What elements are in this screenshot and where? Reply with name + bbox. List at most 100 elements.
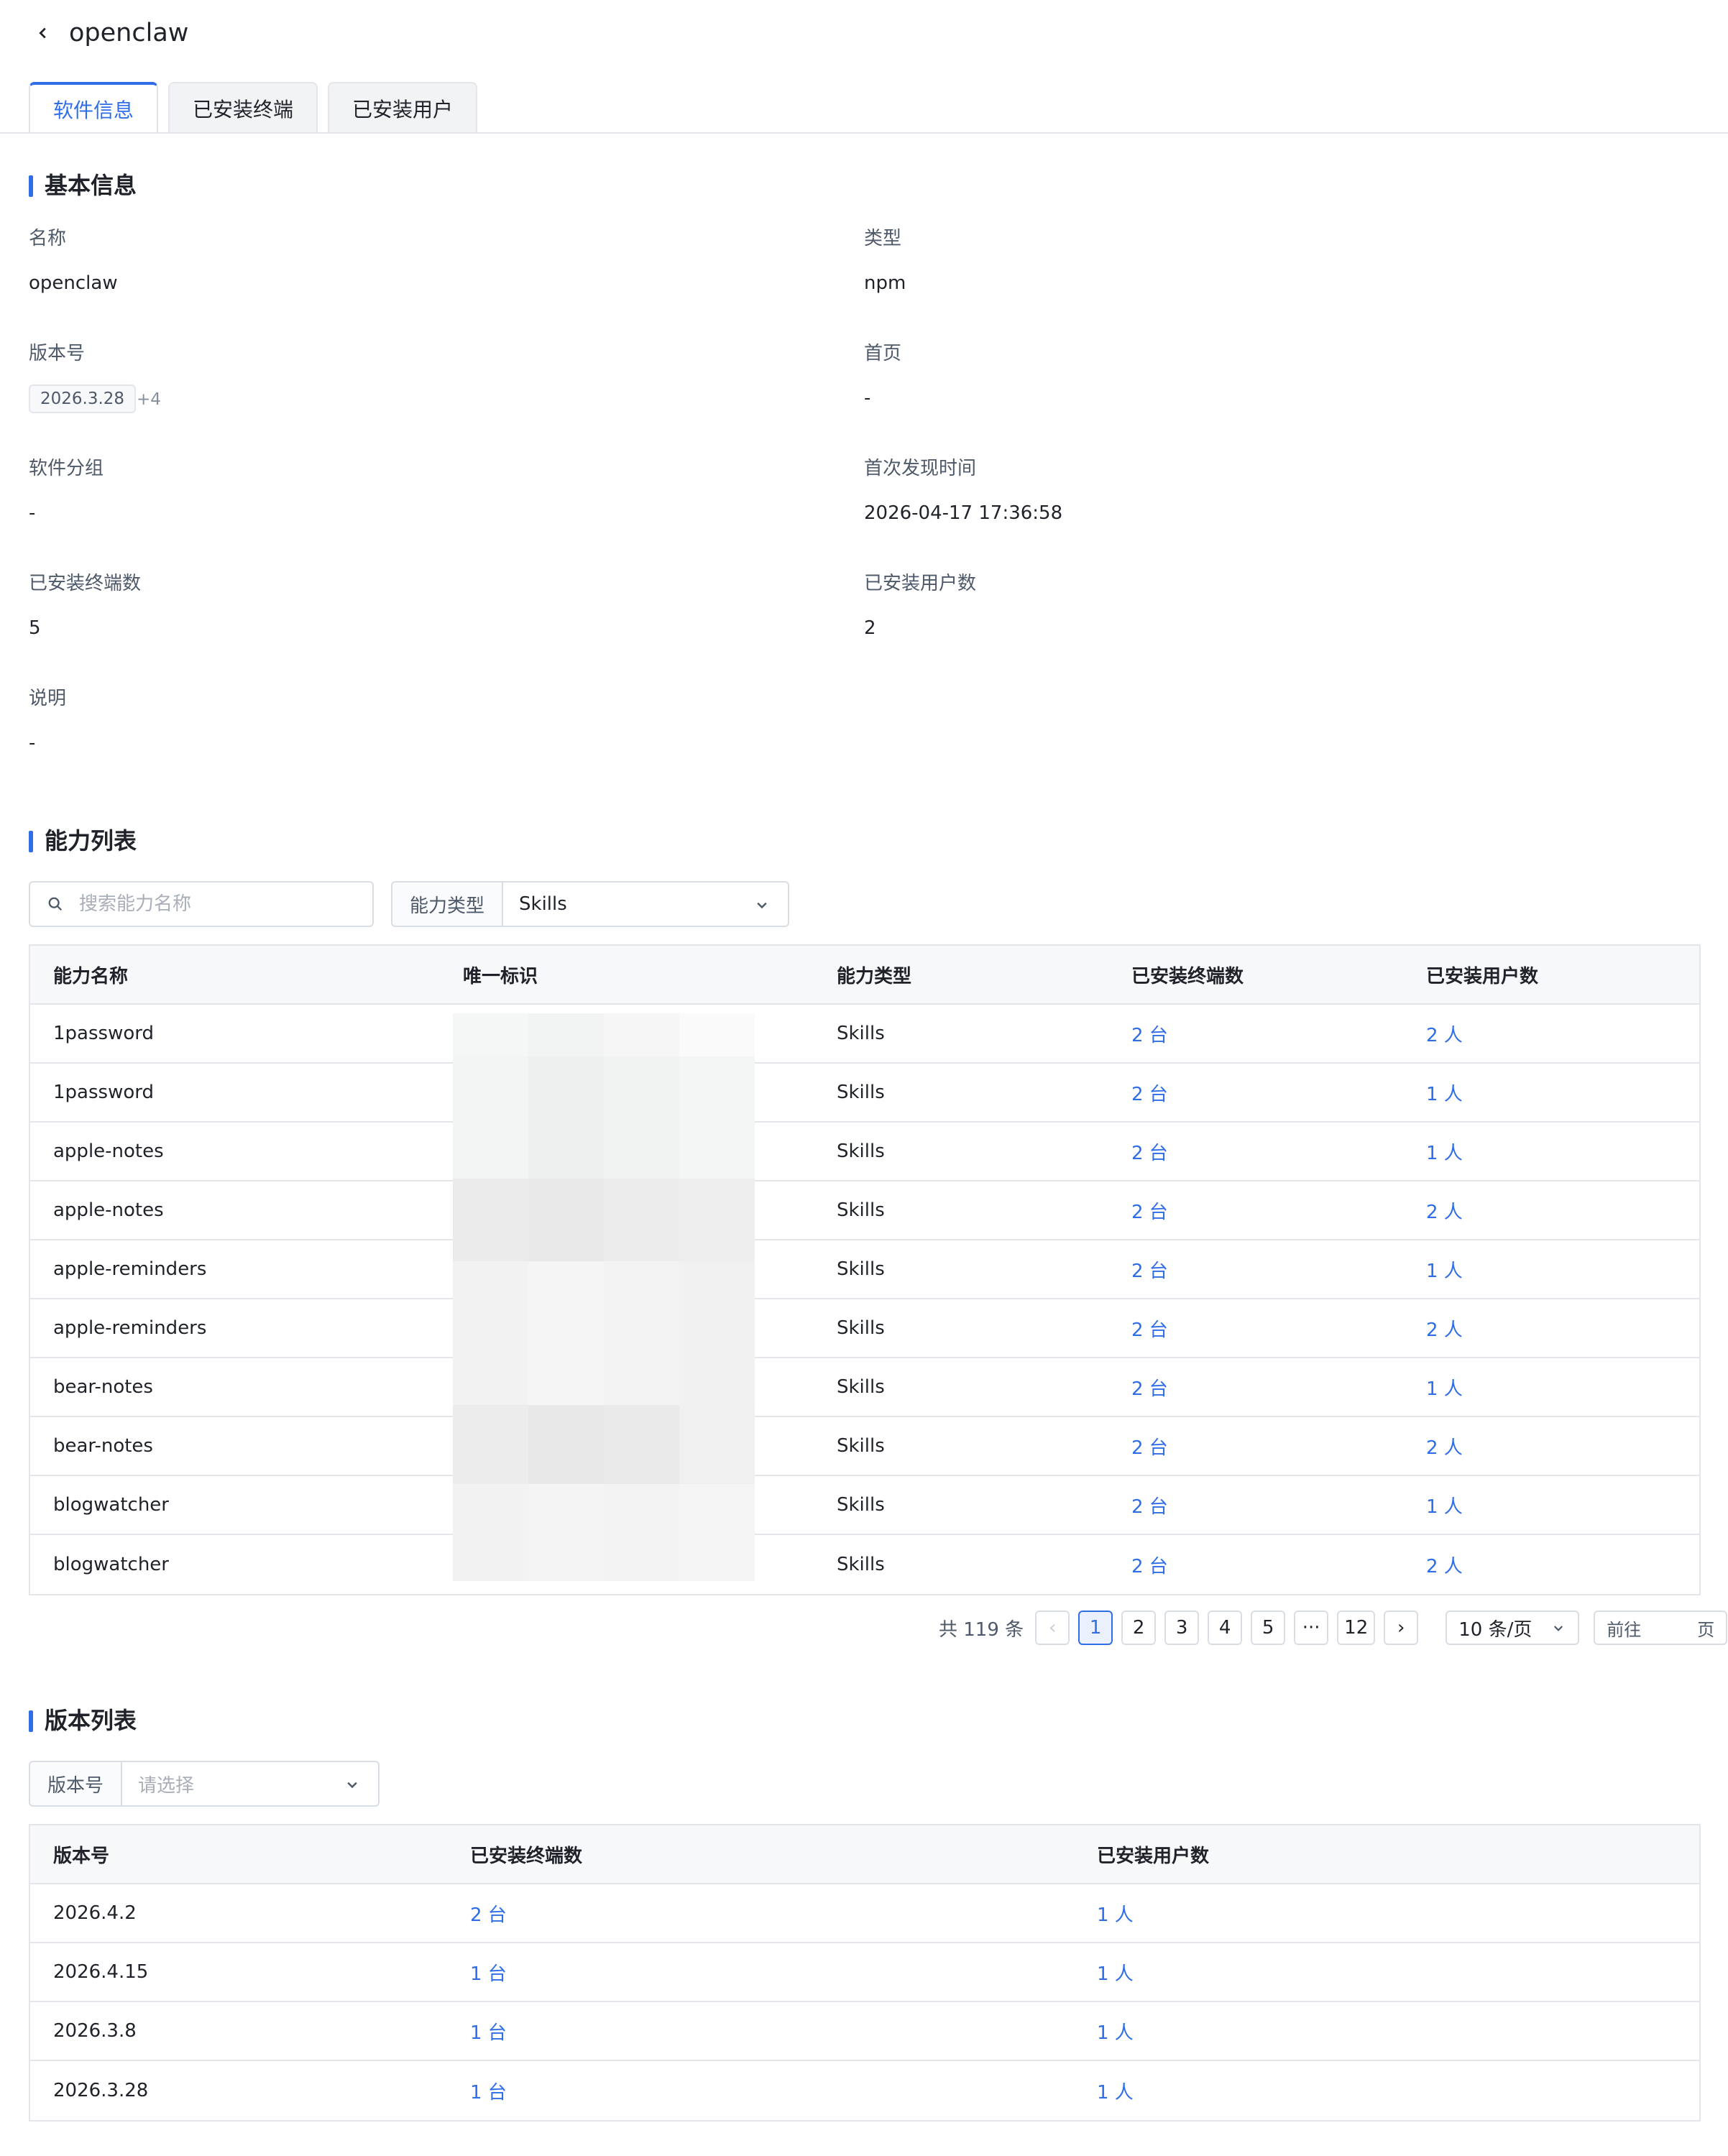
users-link-text[interactable]: 2 人 xyxy=(1426,1552,1463,1578)
capability-name-cell-text: 1password xyxy=(53,1082,154,1103)
back-button[interactable] xyxy=(29,16,58,50)
users-link[interactable]: 1 人 xyxy=(1403,1476,1699,1534)
terminals-link[interactable]: 2 台 xyxy=(1108,1005,1403,1062)
terminals-link[interactable]: 2 台 xyxy=(1108,1181,1403,1239)
version-filter[interactable]: 版本号 请选择 xyxy=(29,1761,380,1807)
version-terminals-link-text[interactable]: 1 台 xyxy=(470,2078,507,2104)
version-users-link[interactable]: 1 人 xyxy=(1074,2002,1699,2060)
capability-type-cell-text: Skills xyxy=(837,1258,885,1280)
terminals-link[interactable]: 2 台 xyxy=(1108,1535,1403,1594)
page-size-value: 10 条/页 xyxy=(1458,1618,1532,1641)
next-page-button[interactable]: › xyxy=(1384,1611,1419,1645)
version-terminals-link[interactable]: 1 台 xyxy=(447,1943,1074,2001)
terminals-link-text[interactable]: 2 台 xyxy=(1131,1021,1168,1047)
version-label: 版本号 xyxy=(29,343,86,364)
terminals-link[interactable]: 2 台 xyxy=(1108,1123,1403,1180)
goto-page-input[interactable]: 前往 页 xyxy=(1594,1611,1728,1645)
users-label: 已安装用户数 xyxy=(864,573,977,594)
users-link-text[interactable]: 2 人 xyxy=(1426,1433,1463,1460)
col-capability-name: 能力名称 xyxy=(53,965,129,987)
capability-type-filter[interactable]: 能力类型 Skills xyxy=(391,881,789,927)
version-terminals-link-text[interactable]: 1 台 xyxy=(470,1959,507,1986)
version-users-link-text[interactable]: 1 人 xyxy=(1097,1959,1134,1986)
terminals-link[interactable]: 2 台 xyxy=(1108,1358,1403,1416)
version-users-link-text[interactable]: 1 人 xyxy=(1097,1900,1134,1927)
terminals-link-text[interactable]: 2 台 xyxy=(1131,1315,1168,1342)
version-cell: 2026.4.2 xyxy=(30,1884,447,1942)
page-2-button[interactable]: 2 xyxy=(1121,1611,1157,1645)
capability-type-cell-text: Skills xyxy=(837,1494,885,1516)
pagination: 共 119 条 ‹ 1 2 3 4 5 ··· 12 › 10 条/页 前往 页 xyxy=(939,1611,1728,1645)
users-link-text[interactable]: 2 人 xyxy=(1426,1021,1463,1047)
group-label: 软件分组 xyxy=(29,458,104,479)
terminals-link[interactable]: 2 台 xyxy=(1108,1476,1403,1534)
terminals-link-text[interactable]: 2 台 xyxy=(1131,1138,1168,1165)
version-terminals-link-text[interactable]: 2 台 xyxy=(470,1900,507,1927)
users-link[interactable]: 1 人 xyxy=(1403,1358,1699,1416)
tab-installed-users[interactable]: 已安装用户 xyxy=(328,82,478,134)
capability-search[interactable] xyxy=(29,881,374,927)
version-users-link-text[interactable]: 1 人 xyxy=(1097,2078,1134,2104)
more-pages-button[interactable]: ··· xyxy=(1294,1611,1329,1645)
users-link-text[interactable]: 1 人 xyxy=(1426,1374,1463,1401)
version-select[interactable]: 请选择 xyxy=(122,1762,378,1805)
capability-type-cell: Skills xyxy=(814,1299,1108,1357)
users-link[interactable]: 2 人 xyxy=(1403,1299,1699,1357)
version-users-link[interactable]: 1 人 xyxy=(1074,2061,1699,2120)
version-users-link[interactable]: 1 人 xyxy=(1074,1884,1699,1942)
page-5-button[interactable]: 5 xyxy=(1251,1611,1286,1645)
table-row: 2026.3.8 1 台 1 人 xyxy=(30,2002,1699,2061)
terminals-link-text[interactable]: 2 台 xyxy=(1131,1197,1168,1224)
terminals-link[interactable]: 2 台 xyxy=(1108,1240,1403,1298)
capability-name-cell: apple-notes xyxy=(30,1123,440,1180)
users-link-text[interactable]: 2 人 xyxy=(1426,1315,1463,1342)
tab-installed-terminals[interactable]: 已安装终端 xyxy=(168,82,318,134)
capability-search-input[interactable] xyxy=(79,893,352,915)
tab-software-info[interactable]: 软件信息 xyxy=(29,82,159,134)
users-link[interactable]: 2 人 xyxy=(1403,1005,1699,1062)
users-link[interactable]: 1 人 xyxy=(1403,1123,1699,1180)
terminals-link-text[interactable]: 2 台 xyxy=(1131,1433,1168,1460)
users-link-text[interactable]: 1 人 xyxy=(1426,1256,1463,1283)
users-link[interactable]: 2 人 xyxy=(1403,1181,1699,1239)
capability-type-cell-text: Skills xyxy=(837,1141,885,1162)
version-terminals-link[interactable]: 2 台 xyxy=(447,1884,1074,1942)
col-unique-id: 唯一标识 xyxy=(463,965,538,987)
users-link[interactable]: 1 人 xyxy=(1403,1240,1699,1298)
version-users-link-text[interactable]: 1 人 xyxy=(1097,2018,1134,2045)
terminals-link-text[interactable]: 2 台 xyxy=(1131,1374,1168,1401)
version-users-link[interactable]: 1 人 xyxy=(1074,1943,1699,2001)
version-more-badge[interactable]: +4 xyxy=(137,387,161,413)
users-link-text[interactable]: 1 人 xyxy=(1426,1079,1463,1106)
page-size-select[interactable]: 10 条/页 xyxy=(1446,1611,1580,1645)
terminals-link-text[interactable]: 2 台 xyxy=(1131,1256,1168,1283)
terminals-link[interactable]: 2 台 xyxy=(1108,1299,1403,1357)
version-terminals-link[interactable]: 1 台 xyxy=(447,2002,1074,2060)
capability-type-select[interactable]: Skills xyxy=(503,883,788,926)
table-row: 1password Skills 2 台 2 人 xyxy=(30,1005,1699,1064)
prev-page-button[interactable]: ‹ xyxy=(1035,1611,1070,1645)
version-tag: 2026.3.28 xyxy=(29,384,137,413)
page-4-button[interactable]: 4 xyxy=(1208,1611,1243,1645)
page-12-button[interactable]: 12 xyxy=(1337,1611,1376,1645)
version-terminals-link[interactable]: 1 台 xyxy=(447,2061,1074,2120)
terminals-link-text[interactable]: 2 台 xyxy=(1131,1492,1168,1519)
terminals-link-text[interactable]: 2 台 xyxy=(1131,1552,1168,1578)
col-version-terminals: 已安装终端数 xyxy=(470,1845,583,1867)
capability-name-cell: bear-notes xyxy=(30,1417,440,1475)
users-link-text[interactable]: 2 人 xyxy=(1426,1197,1463,1224)
terminals-link-text[interactable]: 2 台 xyxy=(1131,1079,1168,1106)
terminals-link[interactable]: 2 台 xyxy=(1108,1064,1403,1121)
users-link[interactable]: 1 人 xyxy=(1403,1064,1699,1121)
version-terminals-link-text[interactable]: 1 台 xyxy=(470,2018,507,2045)
users-link[interactable]: 2 人 xyxy=(1403,1417,1699,1475)
capability-name-cell-text: bear-notes xyxy=(53,1435,153,1457)
terminals-link[interactable]: 2 台 xyxy=(1108,1417,1403,1475)
page-1-button[interactable]: 1 xyxy=(1078,1611,1113,1645)
users-link-text[interactable]: 1 人 xyxy=(1426,1138,1463,1165)
users-link[interactable]: 2 人 xyxy=(1403,1535,1699,1594)
table-row: 2026.4.15 1 台 1 人 xyxy=(30,1943,1699,2002)
chevron-down-icon xyxy=(347,1782,357,1789)
users-link-text[interactable]: 1 人 xyxy=(1426,1492,1463,1519)
page-3-button[interactable]: 3 xyxy=(1164,1611,1200,1645)
